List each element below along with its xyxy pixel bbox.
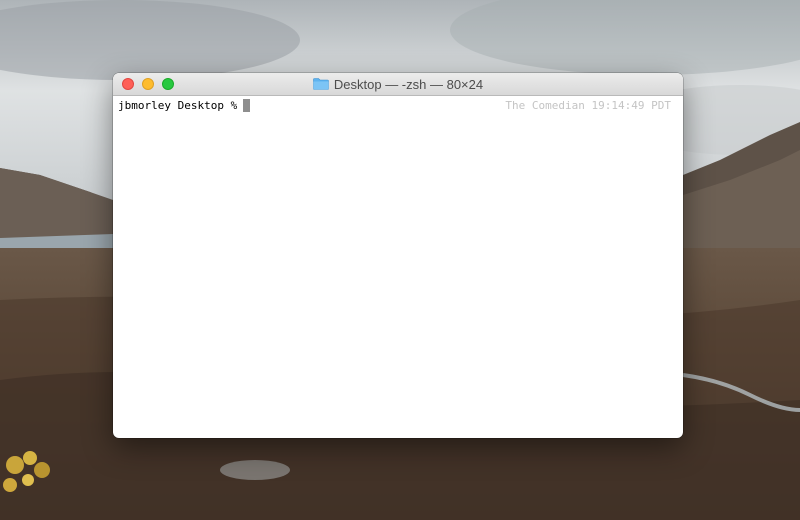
window-title-group: Desktop — -zsh — 80×24: [113, 73, 683, 95]
right-prompt: The Comedian 19:14:49 PDT: [505, 99, 671, 112]
window-title: Desktop — -zsh — 80×24: [333, 76, 484, 92]
text-cursor: [243, 99, 251, 112]
title-bar[interactable]: Desktop — -zsh — 80×24: [113, 73, 683, 96]
shell-prompt: jbmorley Desktop %: [118, 99, 238, 112]
terminal-content[interactable]: jbmorley Desktop % The Comedian 19:14:49…: [113, 96, 683, 438]
terminal-window[interactable]: Desktop — -zsh — 80×24 jbmorley Desktop …: [113, 73, 683, 438]
folder-icon: [313, 78, 329, 90]
